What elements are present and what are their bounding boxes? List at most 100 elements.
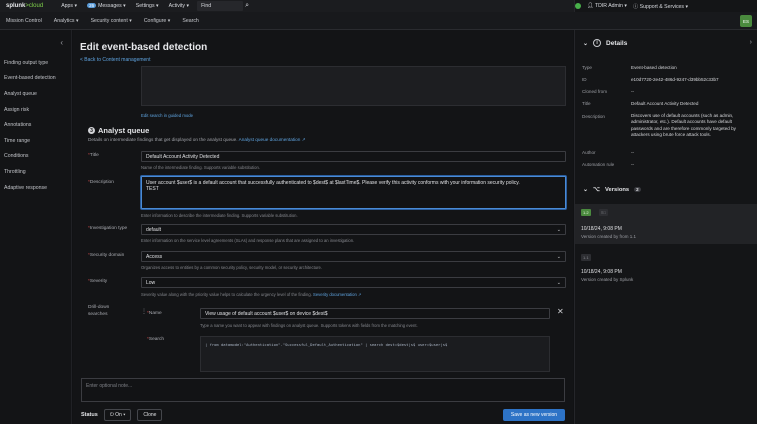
- detail-key: Type: [582, 65, 592, 70]
- save-as-new-version-button[interactable]: Save as new version: [503, 409, 565, 421]
- collapse-chevron-icon[interactable]: ‹: [60, 38, 63, 47]
- version-date: 10/18/24, 9:08 PM: [581, 269, 622, 275]
- investigation-type-help: Enter information on the service level a…: [141, 238, 355, 243]
- details-header[interactable]: ⌄ i Details: [583, 39, 627, 47]
- sidebar-item-analyst-queue[interactable]: Analyst queue: [4, 91, 37, 97]
- detail-value: --: [631, 162, 635, 167]
- severity-label: *Severity: [88, 279, 108, 284]
- app-icon[interactable]: ES: [740, 15, 752, 27]
- nav-search[interactable]: Search: [182, 18, 198, 24]
- sidebar-item-throttling[interactable]: Throttling: [4, 169, 26, 175]
- support-menu[interactable]: ⓘ Support & Services ▾: [633, 3, 688, 10]
- activity-menu[interactable]: Activity ▾: [169, 3, 189, 9]
- messages-menu[interactable]: 26 Messages ▾: [87, 3, 126, 9]
- chevron-down-icon: ⌄: [583, 187, 589, 193]
- chevron-down-icon: ⌄: [583, 40, 589, 47]
- analyst-queue-doc-link[interactable]: Analyst queue documentation ↗: [239, 137, 306, 142]
- sidebar-item-time-range[interactable]: Time range: [4, 138, 30, 144]
- versions-header[interactable]: ⌄ ⌥ Versions 2: [583, 186, 641, 193]
- splunk-logo[interactable]: splunk>cloud: [6, 3, 43, 9]
- info-icon: i: [593, 39, 602, 47]
- details-panel: ⌄ i Details › Type Event-based detection…: [574, 30, 757, 424]
- description-text-line2: TEST: [146, 186, 159, 192]
- sidebar-item-finding-output-type[interactable]: Finding output type: [4, 60, 48, 66]
- search-label: *Search: [147, 337, 165, 342]
- drilldown-name-input[interactable]: View usage of default account $user$ on …: [200, 308, 550, 319]
- nav-security-content[interactable]: Security content ▾: [91, 18, 132, 24]
- sidebar-item-annotations[interactable]: Annotations: [4, 122, 31, 128]
- severity-doc-link[interactable]: Severity documentation ↗: [313, 292, 361, 297]
- section-heading: 3 Analyst queue: [88, 126, 149, 135]
- section-description: Details on intermediate findings that ge…: [88, 137, 306, 142]
- version-item[interactable]: 1.1 10/18/24, 9:08 PM Version created by…: [575, 250, 757, 286]
- sidebar-item-conditions[interactable]: Conditions: [4, 153, 29, 159]
- page-title: Edit event-based detection: [80, 42, 208, 53]
- severity-select[interactable]: Low ⌄: [141, 277, 566, 288]
- title-input[interactable]: Default Account Activity Detected: [141, 151, 566, 162]
- detail-key: Description: [582, 114, 605, 119]
- details-title: Details: [606, 39, 628, 47]
- apps-menu[interactable]: Apps ▾: [61, 3, 77, 9]
- find-label: Find: [201, 3, 212, 9]
- detail-value: --: [631, 89, 635, 94]
- detail-value: --: [631, 150, 635, 155]
- user-icon: 👤︎: [587, 3, 594, 9]
- severity-help: Severity value along with the priority v…: [141, 292, 362, 297]
- nav-mission-control[interactable]: Mission Control: [6, 18, 42, 24]
- main-content: Edit event-based detection < Back to Con…: [73, 30, 573, 424]
- detail-key: Title: [582, 101, 591, 106]
- clone-button[interactable]: Clone: [137, 409, 163, 421]
- find-input[interactable]: Find: [197, 1, 244, 11]
- health-status-icon[interactable]: [575, 3, 581, 9]
- chevron-right-icon[interactable]: ›: [750, 39, 752, 46]
- settings-menu[interactable]: Settings ▾: [136, 3, 159, 9]
- detail-key: Automation rule: [582, 162, 615, 167]
- description-label: *Description: [88, 180, 114, 185]
- title-help: Name of the intermediate finding. Suppor…: [141, 165, 260, 170]
- sidebar-item-adaptive-response[interactable]: Adaptive response: [4, 185, 47, 191]
- nav-analytics[interactable]: Analytics ▾: [54, 18, 79, 24]
- version-author: Version created by from 1.1: [581, 234, 637, 239]
- chevron-down-icon: ▾: [123, 412, 126, 418]
- close-icon[interactable]: ✕: [557, 307, 564, 316]
- investigation-type-select[interactable]: default ⌄: [141, 224, 566, 235]
- nav-configure[interactable]: Configure ▾: [144, 18, 171, 24]
- detail-value: e10d7720-2e42-486d-9247-d39bb52c33b7: [631, 77, 719, 82]
- back-link[interactable]: < Back to Content management: [80, 57, 150, 63]
- section-sidebar: ‹ Finding output type Event-based detect…: [0, 30, 72, 424]
- description-textarea[interactable]: User account $user$ is a default account…: [141, 176, 566, 209]
- detail-key: Cloned from: [582, 89, 608, 94]
- sidebar-item-assign-risk[interactable]: Assign risk: [4, 107, 29, 113]
- versions-count-badge: 2: [634, 187, 641, 192]
- optional-note-input[interactable]: Enter optional note...: [81, 378, 565, 402]
- sidebar-item-event-based-detection[interactable]: Event-based detection: [4, 75, 56, 81]
- status-dropdown[interactable]: ⏻ On ▾: [103, 409, 132, 421]
- branch-icon: ⌥: [593, 187, 600, 193]
- version-item[interactable]: 1.2 ≡□ 10/18/24, 9:08 PM Version created…: [575, 204, 757, 244]
- investigation-type-label: *Investigation type: [88, 226, 128, 231]
- section-number: 3: [88, 127, 95, 134]
- security-domain-help: Organizes access to entities by a common…: [141, 265, 322, 270]
- version-tag: 1.2: [581, 209, 591, 216]
- compare-icon[interactable]: ≡□: [599, 209, 608, 216]
- versions-title: Versions: [604, 186, 630, 193]
- top-bar: splunk>cloud Apps ▾ 26 Messages ▾ Setting…: [0, 0, 757, 12]
- user-menu[interactable]: 👤︎ TDIR Admin ▾: [587, 3, 627, 9]
- drilldown-search-editor[interactable]: | from datamodel:"Authentication"."Succe…: [200, 336, 550, 372]
- search-icon[interactable]: ⌕: [245, 2, 249, 10]
- detail-key: ID: [582, 77, 587, 82]
- title-label: *Title: [88, 153, 99, 158]
- edit-search-link[interactable]: Edit search in guided mode: [141, 113, 193, 118]
- detail-value: Default Account Activity Detected: [631, 101, 699, 106]
- version-author: Version created by Splunk: [581, 277, 634, 282]
- security-domain-select[interactable]: Access ⌄: [141, 251, 566, 262]
- version-tag: 1.1: [581, 254, 591, 261]
- drill-down-label: Drill-down searches: [88, 305, 110, 317]
- power-icon: ⏻: [109, 412, 114, 418]
- chevron-down-icon: ⌄: [556, 280, 561, 286]
- detail-value: Discovers use of default accounts (such …: [631, 113, 736, 138]
- name-label: *Name: [147, 311, 162, 316]
- chevron-down-icon: ⌄: [556, 227, 561, 233]
- app-nav: Mission Control Analytics ▾ Security con…: [0, 12, 757, 30]
- help-icon: ⓘ: [632, 3, 639, 10]
